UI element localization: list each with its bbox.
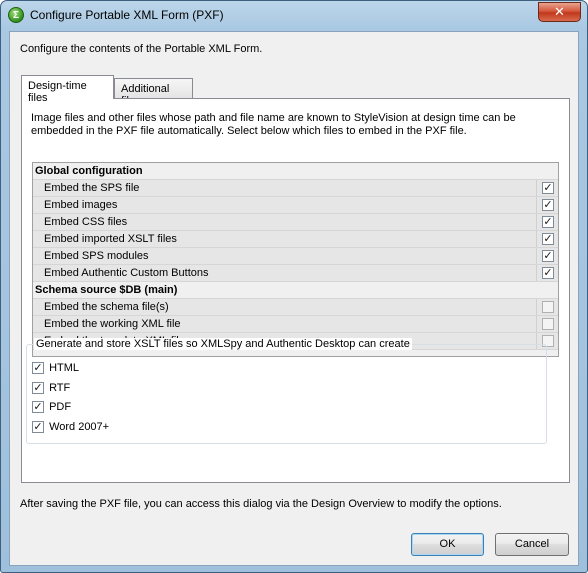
option-label: RTF [49, 382, 71, 395]
cell-divider [536, 231, 537, 247]
checkbox[interactable]: ✓ [542, 233, 554, 245]
checkbox[interactable]: ✓ [542, 267, 554, 279]
footer-text: After saving the PXF file, you can acces… [20, 498, 502, 510]
group-header-global: Global configuration [33, 163, 558, 180]
checkbox[interactable]: ✓ [32, 362, 44, 375]
option-label: Embed images [44, 199, 118, 211]
intro-text: Configure the contents of the Portable X… [20, 43, 263, 55]
option-pdf[interactable]: ✓ PDF [32, 401, 71, 415]
checkbox[interactable]: ✓ [32, 401, 44, 414]
option-word-2007[interactable]: ✓ Word 2007+ [32, 421, 109, 435]
app-icon: Σ [8, 7, 24, 23]
checkbox[interactable] [542, 301, 554, 313]
option-row[interactable]: Embed images ✓ [33, 197, 558, 214]
xslt-group-label: Generate and store XSLT files so XMLSpy … [34, 338, 412, 350]
cell-divider [536, 214, 537, 230]
group-header-schema-source: Schema source $DB (main) [33, 282, 558, 299]
option-row[interactable]: Embed the SPS file ✓ [33, 180, 558, 197]
option-label: Embed CSS files [44, 216, 128, 228]
dialog-body: Configure the contents of the Portable X… [9, 31, 579, 566]
ok-button[interactable]: OK [411, 533, 484, 556]
cell-divider [536, 197, 537, 213]
option-label: PDF [49, 401, 72, 414]
option-label: Embed SPS modules [44, 250, 149, 262]
checkbox[interactable]: ✓ [542, 250, 554, 262]
option-label: Word 2007+ [49, 421, 110, 434]
description-text: Image files and other files whose path a… [31, 112, 516, 137]
option-row[interactable]: Embed the working XML file [33, 316, 558, 333]
checkbox[interactable]: ✓ [32, 421, 44, 434]
cell-divider [536, 265, 537, 281]
embed-options-grid: Global configuration Embed the SPS file … [32, 162, 559, 357]
tab-design-time-files[interactable]: Design-time files [21, 75, 114, 104]
cell-divider [536, 180, 537, 196]
option-row[interactable]: Embed the schema file(s) [33, 299, 558, 316]
cell-divider [536, 248, 537, 264]
option-html[interactable]: ✓ HTML [32, 362, 79, 376]
close-button[interactable]: ✕ [538, 2, 581, 22]
option-row[interactable]: Embed CSS files ✓ [33, 214, 558, 231]
checkbox[interactable]: ✓ [542, 199, 554, 211]
xslt-generation-group: Generate and store XSLT files so XMLSpy … [26, 338, 547, 444]
checkbox[interactable]: ✓ [542, 182, 554, 194]
option-label: Embed the working XML file [44, 318, 181, 330]
window-title: Configure Portable XML Form (PXF) [30, 8, 224, 22]
option-row[interactable]: Embed SPS modules ✓ [33, 248, 558, 265]
option-row[interactable]: Embed Authentic Custom Buttons ✓ [33, 265, 558, 282]
option-label: Embed the SPS file [44, 182, 140, 194]
option-label: Embed the schema file(s) [44, 301, 169, 313]
option-label: HTML [49, 362, 80, 375]
option-rtf[interactable]: ✓ RTF [32, 382, 70, 396]
option-label: Embed Authentic Custom Buttons [44, 267, 209, 279]
title-bar[interactable]: Σ Configure Portable XML Form (PXF) ✕ [1, 1, 587, 29]
cell-divider [536, 299, 537, 315]
cell-divider [536, 316, 537, 332]
cancel-button[interactable]: Cancel [495, 533, 569, 556]
tab-additional-files[interactable]: Additional files [114, 78, 193, 107]
dialog-window: Σ Configure Portable XML Form (PXF) ✕ Co… [0, 0, 588, 573]
option-label: Embed imported XSLT files [44, 233, 177, 245]
checkbox[interactable]: ✓ [32, 382, 44, 395]
checkbox[interactable]: ✓ [542, 216, 554, 228]
checkbox[interactable] [542, 318, 554, 330]
option-row[interactable]: Embed imported XSLT files ✓ [33, 231, 558, 248]
